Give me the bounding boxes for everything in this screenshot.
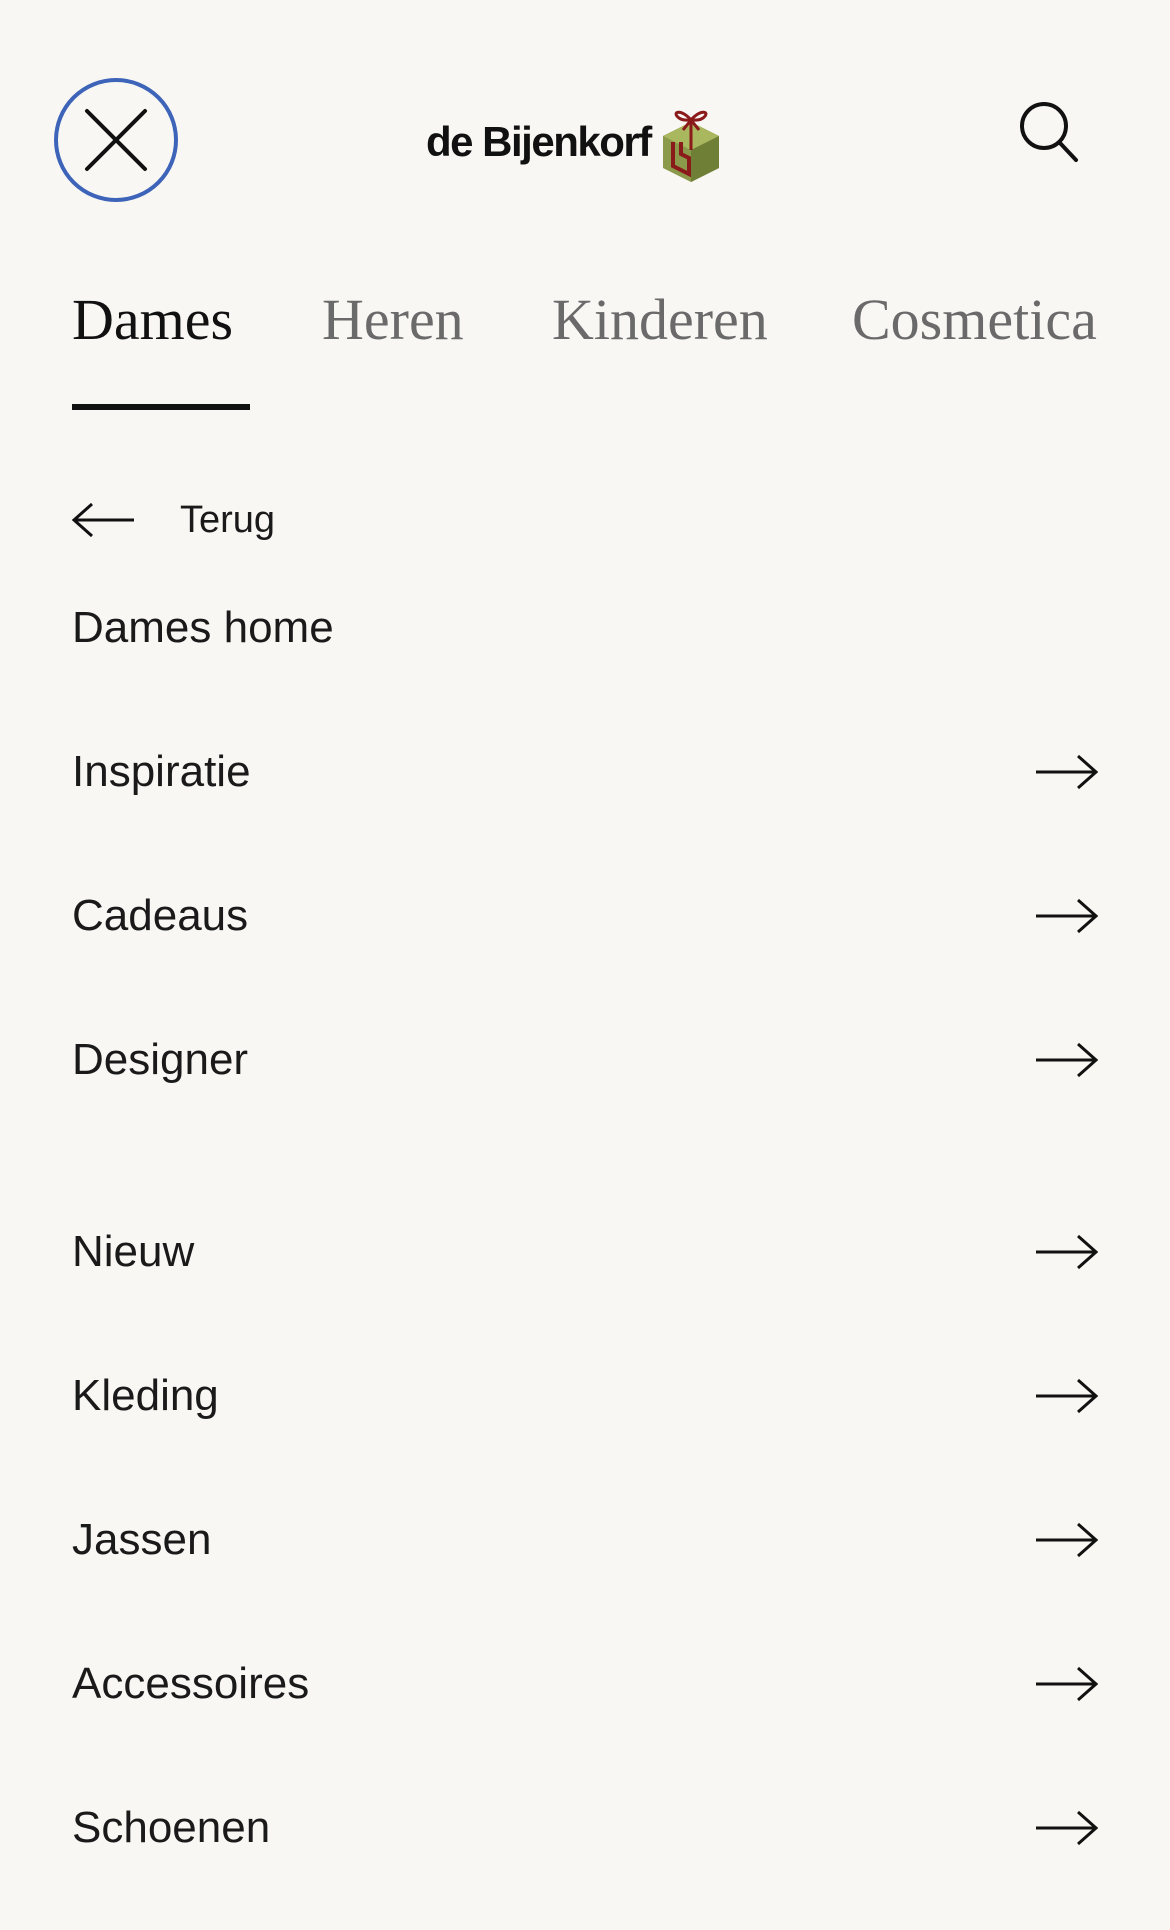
active-tab-indicator [72, 404, 250, 410]
logo[interactable]: de Bijenkorf [426, 102, 723, 182]
category-tabs: Dames Heren Kinderen Cosmetica [72, 280, 1100, 420]
back-label: Terug [180, 498, 276, 541]
menu-item-kleding[interactable]: Kleding [72, 1356, 1098, 1436]
menu-item-cadeaus[interactable]: Cadeaus [72, 876, 1098, 956]
gift-icon [662, 110, 719, 182]
tab-dames[interactable]: Dames [72, 280, 233, 360]
close-button[interactable] [54, 78, 178, 202]
arrow-right-icon [1036, 1810, 1098, 1846]
menu-item-label: Designer [72, 1035, 249, 1084]
arrow-right-icon [1036, 1666, 1098, 1702]
menu-item-label: Dames home [72, 603, 334, 652]
arrow-right-icon [1036, 1378, 1098, 1414]
tab-kinderen[interactable]: Kinderen [552, 280, 768, 360]
menu-item-label: Cadeaus [72, 891, 249, 940]
tab-cosmetica[interactable]: Cosmetica [852, 280, 1097, 360]
arrow-right-icon [1036, 1234, 1098, 1270]
menu-item-dames-home[interactable]: Dames home [72, 588, 1098, 668]
search-button[interactable] [1016, 98, 1080, 168]
arrow-right-icon [1036, 898, 1098, 934]
menu-item-nieuw[interactable]: Nieuw [72, 1212, 1098, 1292]
menu-item-accessoires[interactable]: Accessoires [72, 1644, 1098, 1724]
arrow-left-icon [72, 502, 134, 538]
arrow-right-icon [1036, 1042, 1098, 1078]
tab-heren[interactable]: Heren [322, 280, 464, 360]
menu-item-designer[interactable]: Designer [72, 1020, 1098, 1100]
back-button[interactable]: Terug [72, 490, 275, 550]
menu-item-label: Kleding [72, 1371, 219, 1420]
search-icon [1020, 102, 1078, 162]
menu-item-inspiratie[interactable]: Inspiratie [72, 732, 1098, 812]
menu-item-label: Nieuw [72, 1227, 195, 1276]
menu-item-label: Schoenen [72, 1803, 271, 1852]
menu-item-schoenen[interactable]: Schoenen [72, 1788, 1098, 1868]
close-icon [85, 109, 147, 171]
logo-text: de Bijenkorf [426, 118, 652, 165]
menu-item-label: Inspiratie [72, 747, 251, 796]
menu-item-label: Accessoires [72, 1659, 310, 1708]
arrow-right-icon [1036, 1522, 1098, 1558]
arrow-right-icon [1036, 754, 1098, 790]
menu-item-label: Jassen [72, 1515, 212, 1564]
menu-item-jassen[interactable]: Jassen [72, 1500, 1098, 1580]
top-bar: de Bijenkorf [0, 0, 1170, 230]
